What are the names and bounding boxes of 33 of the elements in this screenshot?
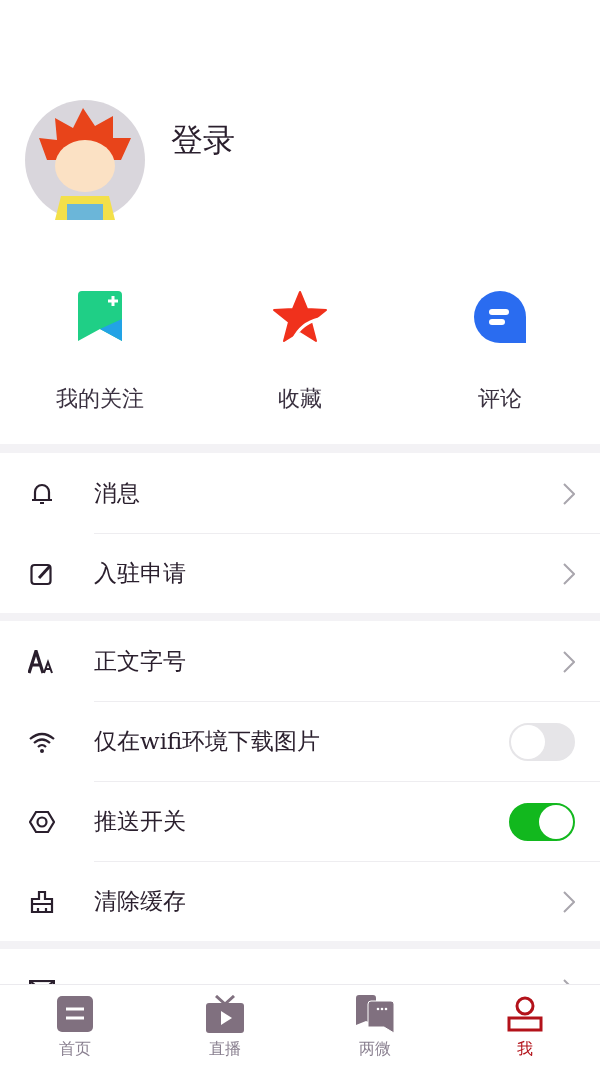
menu-item-label[interactable]: 消息: [94, 480, 140, 506]
tab[interactable]: 我: [450, 985, 600, 1066]
chevron-right-icon: [563, 562, 575, 585]
tab[interactable]: 直播: [150, 985, 300, 1066]
font-size-icon: [28, 649, 56, 674]
bookmark-plus-icon: [78, 290, 122, 344]
chat-bubble-icon: [474, 290, 526, 344]
tab[interactable]: 首页: [0, 985, 150, 1066]
tv-icon: [206, 995, 244, 1033]
edit-icon: [30, 561, 54, 586]
chevron-right-icon: [563, 482, 575, 505]
menu-item-label[interactable]: 正文字号: [94, 648, 186, 674]
wifi-icon: [28, 730, 56, 753]
bell-icon: [31, 481, 53, 506]
menu-item-label[interactable]: 入驻申请: [94, 560, 186, 586]
avatar-icon: [25, 100, 145, 220]
chevron-right-icon: [563, 890, 575, 913]
quick-link[interactable]: 我的关注: [56, 384, 144, 414]
broom-icon: [30, 889, 54, 914]
quick-link[interactable]: 收藏: [278, 384, 322, 414]
chat-bubbles-icon: [356, 995, 394, 1033]
person-icon: [507, 995, 543, 1033]
menu-item-label[interactable]: 清除缓存: [94, 888, 186, 914]
chevron-right-icon: [563, 650, 575, 673]
login-link[interactable]: 登录: [171, 119, 235, 163]
document-icon: [57, 995, 93, 1033]
menu-item-label[interactable]: 推送开关: [94, 808, 186, 834]
star-icon: [273, 290, 327, 344]
tab[interactable]: 两微: [300, 985, 450, 1066]
hexagon-icon: [29, 809, 55, 834]
toggle-switch[interactable]: [509, 802, 575, 841]
quick-link[interactable]: 评论: [478, 384, 522, 414]
menu-item-label[interactable]: 仅在wifi环境下载图片: [94, 728, 321, 754]
